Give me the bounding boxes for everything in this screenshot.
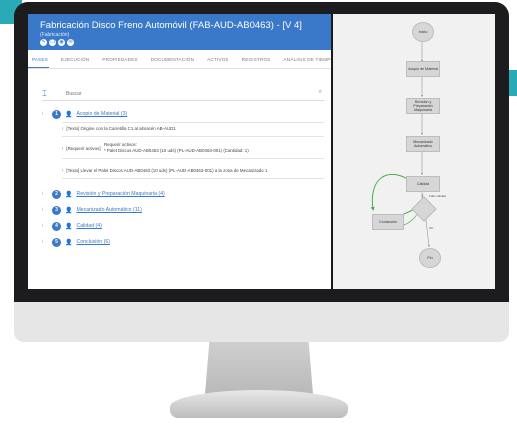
step-row: ⁝ 2 👤 Revisión y Preparación Maquinaria …: [42, 188, 324, 200]
flow-node-conclusion[interactable]: Conclusión: [372, 214, 404, 230]
view-icon[interactable]: ◉: [58, 39, 65, 46]
flow-node-acopio[interactable]: Acopio de Material: [406, 61, 440, 77]
tab-analisis-tiempos[interactable]: ANÁLISIS DE TIEMPOS: [280, 54, 339, 68]
step-link[interactable]: Acopio de Material (3): [76, 111, 127, 117]
tab-pases[interactable]: PASES: [28, 54, 49, 68]
step-number: 5: [52, 237, 61, 247]
flow-node-revision[interactable]: Revisión y Preparación Maquinaria: [406, 98, 440, 114]
copy-icon[interactable]: ❐: [49, 39, 56, 46]
divider: [62, 122, 324, 123]
substep-row: ⁝ [Texto] Llevar el Palet Discos AUD-AB04…: [62, 168, 267, 174]
drag-handle-icon[interactable]: ⁝: [42, 239, 48, 245]
drag-handle-icon[interactable]: ⁝: [42, 191, 48, 197]
tab-documentacion[interactable]: DOCUMENTACIÓN: [147, 54, 195, 68]
divider: [62, 178, 324, 179]
step-link[interactable]: Revisión y Preparación Maquinaria (4): [76, 191, 164, 197]
tab-propiedades[interactable]: PROPIEDADES: [98, 54, 138, 68]
step-link[interactable]: Conclusión (6): [76, 239, 109, 245]
app-header: Fabricación Disco Freno Automóvil (FAB-A…: [28, 14, 331, 50]
tab-ejecucion[interactable]: EJECUCIÓN: [57, 54, 90, 68]
tab-registros[interactable]: REGISTROS: [238, 54, 272, 68]
step-number: 3: [52, 205, 61, 215]
user-icon: 👤: [65, 191, 73, 198]
edge-label: OK: [429, 226, 434, 230]
substep-row: ⁝ [Texto] Origine con la Carretilla C1 al…: [62, 126, 176, 132]
monitor-stand: [170, 390, 348, 418]
page-subtitle: (Fabricación): [40, 32, 70, 38]
search-icon[interactable]: ⌕: [319, 89, 322, 96]
flowchart-panel: Inicio Acopio de Material Revisión y Pre…: [333, 14, 495, 289]
page-title: Fabricación Disco Freno Automóvil (FAB-A…: [40, 20, 302, 31]
divider: [62, 136, 324, 137]
user-icon: 👤: [65, 207, 73, 214]
substep-row: ⁝ [Requerir activos]: [62, 146, 101, 152]
step-row: ⁝ 5 👤 Conclusión (6): [42, 236, 324, 248]
drag-handle-icon[interactable]: ⁝: [62, 146, 63, 151]
flow-node-start[interactable]: Inicio: [412, 22, 434, 42]
user-icon: 👤: [65, 223, 73, 230]
header-actions: ✎ ❐ ◉ ✉: [40, 39, 74, 46]
monitor-neck: [205, 342, 313, 394]
substep-text: [Texto] Origine con la Carretilla C1 al …: [66, 126, 176, 131]
edit-icon[interactable]: ✎: [40, 39, 47, 46]
step-row: ⁝ 3 👤 Mecanizado Automático (11): [42, 204, 324, 216]
divider: [62, 158, 324, 159]
step-row: ⁝ 4 👤 Calidad (4): [42, 220, 324, 232]
drag-handle-icon[interactable]: ⁝: [62, 168, 63, 173]
procedure-app: Fabricación Disco Freno Automóvil (FAB-A…: [28, 14, 337, 289]
substep-label: [Requerir activos]: [66, 146, 101, 151]
step-link[interactable]: Calidad (4): [76, 223, 101, 229]
drag-handle-icon[interactable]: ⁝: [42, 207, 48, 213]
step-number: 1: [52, 109, 61, 119]
step-number: 4: [52, 221, 61, 231]
comment-icon[interactable]: ✉: [67, 39, 74, 46]
substep-assets-title: Requerir activos:: [104, 142, 137, 147]
search-input[interactable]: [66, 90, 296, 98]
search-bar: ⌶ ⌕: [42, 89, 324, 101]
drag-handle-icon[interactable]: ⁝: [42, 223, 48, 229]
flow-node-end[interactable]: Fin: [419, 248, 441, 268]
user-icon: 👤: [65, 111, 73, 118]
step-link[interactable]: Mecanizado Automático (11): [76, 207, 141, 213]
monitor-screen: Fabricación Disco Freno Automóvil (FAB-A…: [28, 14, 495, 289]
substep-text: [Texto] Llevar el Palet Discos AUD-AB046…: [66, 168, 268, 173]
edge-label: Fallo calidad: [429, 194, 446, 198]
step-number: 2: [52, 189, 61, 199]
text-cursor-icon: ⌶: [42, 89, 47, 98]
substep-assets-text: * Palet Discos AUD-AB0463 (10 uds) (PL-A…: [104, 148, 249, 153]
user-icon: 👤: [65, 239, 73, 246]
tab-activos[interactable]: ACTIVOS: [203, 54, 230, 68]
monitor-chin: [14, 302, 509, 342]
flow-node-calidad[interactable]: Calidad: [406, 176, 440, 192]
flow-node-mecanizado[interactable]: Mecanizado Automático: [406, 136, 440, 152]
drag-handle-icon[interactable]: ⁝: [62, 126, 63, 131]
tab-bar: PASES EJECUCIÓN PROPIEDADES DOCUMENTACIÓ…: [28, 54, 337, 69]
step-row: ⁝ 1 👤 Acopio de Material (3): [42, 108, 324, 120]
drag-handle-icon[interactable]: ⁝: [42, 111, 48, 117]
